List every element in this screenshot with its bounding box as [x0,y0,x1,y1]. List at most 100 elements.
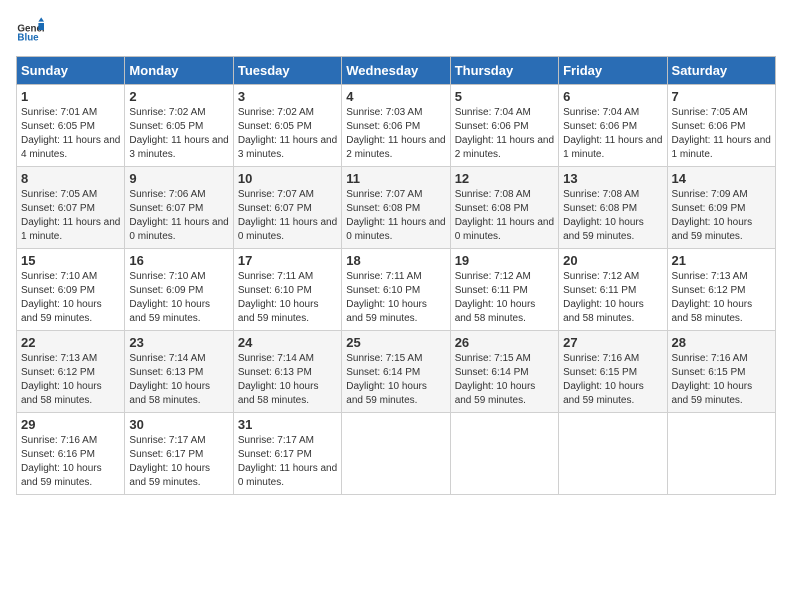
day-info: Sunrise: 7:13 AMSunset: 6:12 PMDaylight:… [21,353,102,406]
day-number: 13 [563,171,662,186]
header-day-thursday: Thursday [450,57,558,85]
calendar-cell: 12 Sunrise: 7:08 AMSunset: 6:08 PMDayligh… [450,167,558,249]
day-number: 6 [563,89,662,104]
day-info: Sunrise: 7:07 AMSunset: 6:08 PMDaylight:… [346,189,445,242]
calendar-table: SundayMondayTuesdayWednesdayThursdayFrid… [16,56,776,495]
calendar-cell: 13 Sunrise: 7:08 AMSunset: 6:08 PMDayligh… [559,167,667,249]
calendar-cell: 19 Sunrise: 7:12 AMSunset: 6:11 PMDayligh… [450,249,558,331]
day-number: 26 [455,335,554,350]
calendar-cell: 18Sunrise: 7:11 AMSunset: 6:10 PMDayligh… [342,249,450,331]
day-info: Sunrise: 7:09 AMSunset: 6:09 PMDaylight:… [672,189,753,242]
calendar-cell: 3 Sunrise: 7:02 AMSunset: 6:05 PMDaylight… [233,85,341,167]
calendar-cell: 26 Sunrise: 7:15 AMSunset: 6:14 PMDayligh… [450,331,558,413]
day-number: 12 [455,171,554,186]
day-info: Sunrise: 7:10 AMSunset: 6:09 PMDaylight:… [21,271,102,324]
calendar-cell: 31 Sunrise: 7:17 AMSunset: 6:17 PMDayligh… [233,413,341,495]
day-info: Sunrise: 7:06 AMSunset: 6:07 PMDaylight:… [129,189,228,242]
day-info: Sunrise: 7:05 AMSunset: 6:06 PMDaylight:… [672,107,771,160]
day-info: Sunrise: 7:08 AMSunset: 6:08 PMDaylight:… [455,189,554,242]
day-number: 22 [21,335,120,350]
day-info: Sunrise: 7:04 AMSunset: 6:06 PMDaylight:… [455,107,554,160]
calendar-cell: 30 Sunrise: 7:17 AMSunset: 6:17 PMDayligh… [125,413,233,495]
day-number: 30 [129,417,228,432]
day-info: Sunrise: 7:14 AMSunset: 6:13 PMDaylight:… [238,353,319,406]
calendar-cell: 8 Sunrise: 7:05 AMSunset: 6:07 PMDaylight… [17,167,125,249]
day-number: 14 [672,171,771,186]
day-info: Sunrise: 7:04 AMSunset: 6:06 PMDaylight:… [563,107,662,160]
svg-text:Blue: Blue [17,33,39,44]
calendar-cell [667,413,775,495]
page-header: General Blue [16,16,776,44]
header-day-tuesday: Tuesday [233,57,341,85]
calendar-cell: 22 Sunrise: 7:13 AMSunset: 6:12 PMDayligh… [17,331,125,413]
day-info: Sunrise: 7:02 AMSunset: 6:05 PMDaylight:… [238,107,337,160]
day-number: 10 [238,171,337,186]
day-info: Sunrise: 7:11 AMSunset: 6:10 PMDaylight:… [238,271,319,324]
day-number: 28 [672,335,771,350]
calendar-week-2: 8 Sunrise: 7:05 AMSunset: 6:07 PMDaylight… [17,167,776,249]
calendar-cell: 20 Sunrise: 7:12 AMSunset: 6:11 PMDayligh… [559,249,667,331]
day-info: Sunrise: 7:07 AMSunset: 6:07 PMDaylight:… [238,189,337,242]
calendar-cell [342,413,450,495]
day-info: Sunrise: 7:03 AMSunset: 6:06 PMDaylight:… [346,107,445,160]
calendar-cell: 2Sunrise: 7:02 AMSunset: 6:05 PMDaylight… [125,85,233,167]
calendar-cell: 21Sunrise: 7:13 AMSunset: 6:12 PMDayligh… [667,249,775,331]
day-number: 25 [346,335,445,350]
day-number: 7 [672,89,771,104]
day-number: 24 [238,335,337,350]
day-info: Sunrise: 7:15 AMSunset: 6:14 PMDaylight:… [455,353,536,406]
day-number: 19 [455,253,554,268]
calendar-cell: 11Sunrise: 7:07 AMSunset: 6:08 PMDayligh… [342,167,450,249]
header-day-saturday: Saturday [667,57,775,85]
calendar-cell: 17 Sunrise: 7:11 AMSunset: 6:10 PMDayligh… [233,249,341,331]
day-number: 21 [672,253,771,268]
header-day-friday: Friday [559,57,667,85]
day-info: Sunrise: 7:01 AMSunset: 6:05 PMDaylight:… [21,107,120,160]
day-number: 9 [129,171,228,186]
day-number: 27 [563,335,662,350]
calendar-cell: 6 Sunrise: 7:04 AMSunset: 6:06 PMDaylight… [559,85,667,167]
day-number: 16 [129,253,228,268]
calendar-cell: 1Sunrise: 7:01 AMSunset: 6:05 PMDaylight… [17,85,125,167]
day-number: 3 [238,89,337,104]
logo-icon: General Blue [16,16,44,44]
day-number: 15 [21,253,120,268]
calendar-cell: 16 Sunrise: 7:10 AMSunset: 6:09 PMDayligh… [125,249,233,331]
day-info: Sunrise: 7:12 AMSunset: 6:11 PMDaylight:… [563,271,644,324]
day-info: Sunrise: 7:10 AMSunset: 6:09 PMDaylight:… [129,271,210,324]
header-row: SundayMondayTuesdayWednesdayThursdayFrid… [17,57,776,85]
calendar-cell: 23Sunrise: 7:14 AMSunset: 6:13 PMDayligh… [125,331,233,413]
day-info: Sunrise: 7:15 AMSunset: 6:14 PMDaylight:… [346,353,427,406]
day-info: Sunrise: 7:05 AMSunset: 6:07 PMDaylight:… [21,189,120,242]
day-number: 4 [346,89,445,104]
header-day-sunday: Sunday [17,57,125,85]
day-info: Sunrise: 7:16 AMSunset: 6:15 PMDaylight:… [672,353,753,406]
day-info: Sunrise: 7:16 AMSunset: 6:16 PMDaylight:… [21,435,102,488]
day-number: 23 [129,335,228,350]
day-number: 8 [21,171,120,186]
day-number: 20 [563,253,662,268]
day-number: 17 [238,253,337,268]
calendar-cell: 29Sunrise: 7:16 AMSunset: 6:16 PMDayligh… [17,413,125,495]
day-info: Sunrise: 7:17 AMSunset: 6:17 PMDaylight:… [129,435,210,488]
header-day-monday: Monday [125,57,233,85]
calendar-cell: 10 Sunrise: 7:07 AMSunset: 6:07 PMDayligh… [233,167,341,249]
day-info: Sunrise: 7:17 AMSunset: 6:17 PMDaylight:… [238,435,337,488]
calendar-week-1: 1Sunrise: 7:01 AMSunset: 6:05 PMDaylight… [17,85,776,167]
day-info: Sunrise: 7:12 AMSunset: 6:11 PMDaylight:… [455,271,536,324]
calendar-cell: 28 Sunrise: 7:16 AMSunset: 6:15 PMDayligh… [667,331,775,413]
calendar-cell [450,413,558,495]
calendar-cell: 5 Sunrise: 7:04 AMSunset: 6:06 PMDaylight… [450,85,558,167]
day-number: 5 [455,89,554,104]
day-info: Sunrise: 7:02 AMSunset: 6:05 PMDaylight:… [129,107,228,160]
day-info: Sunrise: 7:16 AMSunset: 6:15 PMDaylight:… [563,353,644,406]
day-number: 31 [238,417,337,432]
calendar-week-5: 29Sunrise: 7:16 AMSunset: 6:16 PMDayligh… [17,413,776,495]
day-info: Sunrise: 7:11 AMSunset: 6:10 PMDaylight:… [346,271,427,324]
calendar-cell: 9 Sunrise: 7:06 AMSunset: 6:07 PMDaylight… [125,167,233,249]
calendar-cell: 4 Sunrise: 7:03 AMSunset: 6:06 PMDaylight… [342,85,450,167]
calendar-cell: 14 Sunrise: 7:09 AMSunset: 6:09 PMDayligh… [667,167,775,249]
day-info: Sunrise: 7:08 AMSunset: 6:08 PMDaylight:… [563,189,644,242]
calendar-cell: 15 Sunrise: 7:10 AMSunset: 6:09 PMDayligh… [17,249,125,331]
logo: General Blue [16,16,44,44]
